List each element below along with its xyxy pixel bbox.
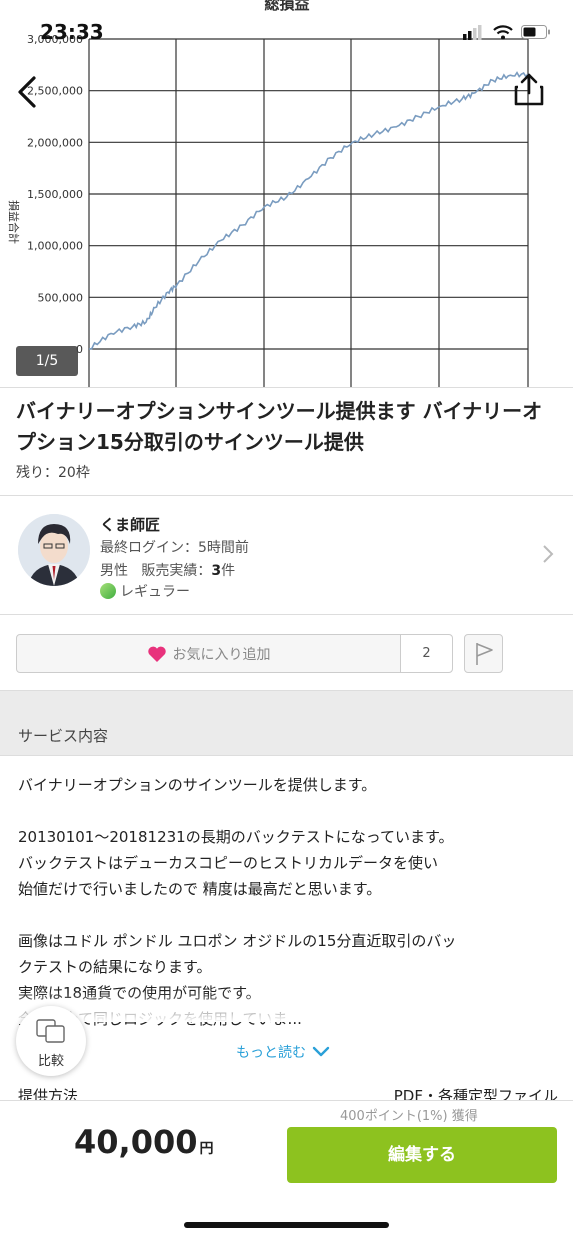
flag-icon (476, 643, 493, 665)
description-line: バックテストはデューカスコピーのヒストリカルデータを使い (18, 854, 439, 872)
read-more-label: もっと読む (236, 1045, 306, 1061)
price: 40,000 円 (74, 1123, 213, 1161)
compare-button[interactable]: 比較 (16, 1006, 86, 1076)
seller-rank: レギュラー (100, 581, 190, 601)
listing-title: バイナリーオプションサインツール提供ます バイナリーオプション15分取引のサイン… (16, 399, 543, 454)
purchase-bar: 400ポイント(1%) 獲得 40,000 円 編集する (0, 1100, 573, 1192)
back-button[interactable] (14, 74, 46, 110)
favorite-row: お気に入り追加 2 (16, 634, 453, 673)
description-line (18, 902, 558, 928)
edit-button[interactable]: 編集する (287, 1127, 557, 1183)
description-line: 始値だけで行いましたので 精度は最高だと思います。 (18, 880, 382, 898)
y-tick-label: 500,000 (38, 291, 84, 304)
y-axis-label: 損益合計 (7, 200, 21, 244)
read-more-link[interactable]: もっと読む (236, 1042, 330, 1062)
section-header-band: サービス内容 (0, 690, 573, 756)
price-amount: 40,000 (74, 1123, 198, 1161)
delivery-value: PDF・各種定型ファイル (393, 1087, 558, 1101)
description-line: クテストの結果になります。 (18, 958, 212, 976)
sales-label: 販売実績： (141, 563, 212, 579)
seller-stats: 男性 販売実績：3件 (100, 560, 235, 580)
share-icon (514, 73, 544, 106)
description-line: 20130101〜20181231の長期のバックテストになっています。 (18, 828, 454, 846)
seller-gender: 男性 (100, 563, 128, 579)
description-line: バイナリーオプションのサインツールを提供します。 (18, 776, 377, 794)
last-login: 最終ログイン：5時間前 (100, 540, 249, 556)
avatar-illustration (18, 514, 90, 586)
battery-icon (521, 25, 550, 39)
status-icons (463, 24, 551, 40)
chevron-right-icon (543, 545, 554, 563)
sales-unit: 件 (221, 563, 236, 579)
report-button[interactable] (464, 634, 503, 673)
y-tick-label: 1,500,000 (27, 188, 83, 201)
backtest-chart: 総損益 0500,0001,000,0001,500,0002,000,0002… (7, 0, 529, 387)
equity-line (88, 71, 529, 350)
signal-icon (463, 25, 482, 40)
listing-image[interactable]: 総損益 0 500,000 1,000,000 1,500,000 2,000,000 2… (0, 0, 573, 388)
sales-count: 3 (211, 563, 222, 579)
seller-avatar (18, 514, 90, 586)
y-tick-label: 2,000,000 (27, 136, 83, 149)
y-tick-label: 1,000,000 (27, 240, 83, 253)
seller-card[interactable]: くま師匠 最終ログイン：5時間前 男性 販売実績：3件 レギュラー (0, 496, 573, 614)
chevron-left-icon (18, 76, 36, 108)
share-button[interactable] (512, 72, 546, 108)
service-description: バイナリーオプションのサインツールを提供します。 20130101〜201812… (18, 772, 558, 1032)
description-line (18, 798, 558, 824)
description-line: 画像はユドル ポンドル ユロポン オジドルの15分直近取引のバッ (18, 932, 457, 950)
delivery-method-row: 提供方法 PDF・各種定型ファイル (18, 1085, 558, 1101)
listing-title-block: バイナリーオプションサインツール提供ます バイナリーオプション15分取引のサイン… (0, 388, 573, 482)
rank-label: レギュラー (120, 584, 190, 600)
add-favorite-label: お気に入り追加 (172, 646, 271, 663)
divider (0, 614, 573, 615)
wifi-icon (493, 25, 513, 40)
seller-name: くま師匠 (100, 516, 161, 534)
points-earned: 400ポイント(1%) 獲得 (340, 1109, 478, 1124)
description-fade (18, 992, 558, 1022)
image-page-indicator: 1/5 (16, 346, 78, 376)
favorite-count: 2 (400, 635, 452, 672)
remaining-slots: 残り：20枠 (16, 465, 90, 481)
status-time: 23:33 (40, 20, 104, 44)
heart-icon (147, 646, 166, 662)
rank-badge-icon (100, 583, 116, 599)
home-indicator[interactable] (184, 1222, 389, 1228)
delivery-label: 提供方法 (18, 1087, 79, 1101)
add-favorite-button[interactable]: お気に入り追加 (17, 635, 400, 672)
chart-title: 総損益 (264, 0, 309, 13)
service-section-title: サービス内容 (18, 727, 109, 745)
compare-icon (36, 1019, 65, 1043)
price-currency: 円 (199, 1141, 214, 1157)
compare-label: 比較 (37, 1054, 64, 1069)
chevron-down-icon (312, 1046, 330, 1057)
